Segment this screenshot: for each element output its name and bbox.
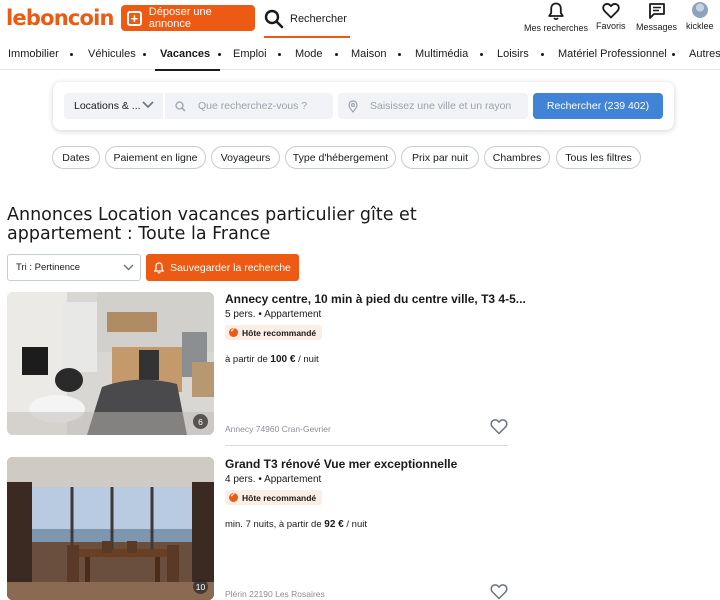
message-icon (648, 3, 665, 19)
location-input[interactable]: Saisissez une ville et un rayon (338, 93, 528, 119)
favorite-heart-icon[interactable] (490, 418, 508, 435)
nav-separator (218, 53, 221, 56)
location-input-placeholder: Saisissez une ville et un rayon (370, 100, 512, 112)
category-select-value: Locations & ... (74, 100, 141, 112)
active-underline (264, 36, 350, 38)
chevron-down-icon (142, 101, 154, 109)
listing-location: Plérin 22190 Les Rosaires (225, 589, 325, 599)
category-materiel-professionnel[interactable]: Matériel Professionnel (558, 40, 667, 70)
my-searches-label: Mes recherches (524, 23, 589, 33)
listing-card[interactable]: 6 Annecy centre, 10 min à pied du centre… (0, 292, 720, 442)
listing-details: 5 pers. • Appartement (225, 309, 322, 320)
category-mode[interactable]: Mode (295, 40, 323, 70)
price-suffix: / nuit (346, 519, 367, 530)
messages-link[interactable]: Messages (636, 2, 677, 32)
post-ad-button[interactable]: + Déposer une annonce (121, 5, 255, 31)
nav-separator (672, 53, 675, 56)
listing-divider (225, 445, 508, 446)
nav-separator (70, 53, 73, 56)
listing-title[interactable]: Grand T3 rénové Vue mer exceptionnelle (225, 457, 457, 471)
search-panel: Locations & ... Que recherchez-vous ? Sa… (53, 82, 674, 130)
bell-icon (548, 2, 564, 21)
category-vacances[interactable]: Vacances (154, 40, 221, 71)
favorites-link[interactable]: Favoris (596, 2, 626, 31)
account-link[interactable]: kicklee (686, 2, 714, 31)
recommended-host-badge: Hôte recommandé (225, 325, 323, 340)
location-pin-icon (348, 99, 358, 113)
recommended-host-badge: Hôte recommandé (225, 490, 323, 505)
price-value: 100 € (270, 354, 296, 365)
search-icon (264, 9, 284, 29)
nav-separator (480, 53, 483, 56)
heart-icon (602, 3, 620, 19)
favorite-heart-icon[interactable] (490, 583, 508, 600)
filter-dates[interactable]: Dates (52, 146, 100, 169)
listing-price: min. 7 nuits, à partir de 92 € / nuit (225, 519, 367, 530)
filter-accommodation-type[interactable]: Type d'hébergement (285, 146, 396, 169)
messages-label: Messages (636, 22, 678, 32)
category-autres[interactable]: Autres (689, 40, 720, 70)
nav-separator (143, 53, 146, 56)
badge-label: Hôte recommandé (242, 492, 317, 503)
price-suffix: / nuit (298, 354, 319, 365)
photo-count: 10 (193, 579, 208, 594)
filter-all[interactable]: Tous les filtres (556, 146, 641, 169)
price-prefix: min. 7 nuits, à partir de (225, 519, 322, 530)
category-immobilier[interactable]: Immobilier (8, 40, 59, 70)
leboncoin-logo[interactable]: leboncoin (6, 6, 114, 30)
search-submit-button[interactable]: Rechercher (239 402) (533, 93, 663, 119)
sort-select-value: Tri : Pertinence (16, 262, 81, 273)
chevron-down-icon (123, 264, 134, 271)
bell-icon (154, 261, 165, 274)
sort-select[interactable]: Tri : Pertinence (7, 254, 141, 281)
search-link[interactable]: Rechercher (264, 5, 350, 38)
filter-online-payment[interactable]: Paiement en ligne (105, 146, 206, 169)
listing-card[interactable]: 10 Grand T3 rénové Vue mer exceptionnell… (0, 457, 720, 600)
apartment-living-room-photo (7, 292, 214, 435)
plus-icon: + (127, 10, 142, 26)
post-ad-label: Déposer une annonce (148, 6, 212, 30)
price-prefix: à partir de (225, 354, 268, 365)
search-link-label: Rechercher (290, 13, 347, 25)
check-badge-icon (229, 326, 238, 337)
nav-separator (541, 53, 544, 56)
category-maison[interactable]: Maison (351, 40, 386, 70)
category-emploi[interactable]: Emploi (233, 40, 267, 70)
my-searches-link[interactable]: Mes recherches (524, 2, 588, 33)
nav-separator (335, 53, 338, 56)
nav-separator (278, 53, 281, 56)
favorites-label: Favoris (596, 21, 626, 31)
listing-details: 4 pers. • Appartement (225, 474, 322, 485)
top-header: leboncoin + Déposer une annonce Recherch… (0, 0, 720, 38)
filter-price-per-night[interactable]: Prix par nuit (401, 146, 479, 169)
listing-location: Annecy 74960 Cran-Gevrier (225, 424, 331, 434)
listing-photo[interactable]: 6 (7, 292, 214, 435)
listing-price: à partir de 100 € / nuit (225, 354, 319, 365)
page-title: Annonces Location vacances particulier g… (7, 205, 417, 244)
filter-travelers[interactable]: Voyageurs (211, 146, 280, 169)
save-search-button[interactable]: Sauvegarder la recherche (146, 254, 299, 281)
photo-count: 6 (193, 414, 208, 429)
check-badge-icon (229, 491, 238, 502)
search-icon (175, 100, 186, 111)
listing-photo[interactable]: 10 (7, 457, 214, 600)
save-search-label: Sauvegarder la recherche (170, 261, 291, 274)
sea-view-dining-room-photo (7, 457, 214, 600)
username-label: kicklee (686, 21, 714, 31)
search-input[interactable]: Que recherchez-vous ? (165, 93, 333, 119)
nav-separator (398, 53, 401, 56)
listing-title[interactable]: Annecy centre, 10 min à pied du centre v… (225, 292, 526, 306)
category-loisirs[interactable]: Loisirs (497, 40, 529, 70)
category-multimedia[interactable]: Multimédia (415, 40, 468, 70)
avatar (691, 2, 708, 18)
category-nav: Immobilier Véhicules Vacances Emploi Mod… (0, 40, 720, 71)
price-value: 92 € (324, 519, 344, 530)
category-vehicules[interactable]: Véhicules (88, 40, 136, 70)
badge-label: Hôte recommandé (242, 327, 317, 338)
category-select[interactable]: Locations & ... (64, 93, 163, 119)
search-input-placeholder: Que recherchez-vous ? (198, 100, 308, 112)
filter-bedrooms[interactable]: Chambres (484, 146, 550, 169)
